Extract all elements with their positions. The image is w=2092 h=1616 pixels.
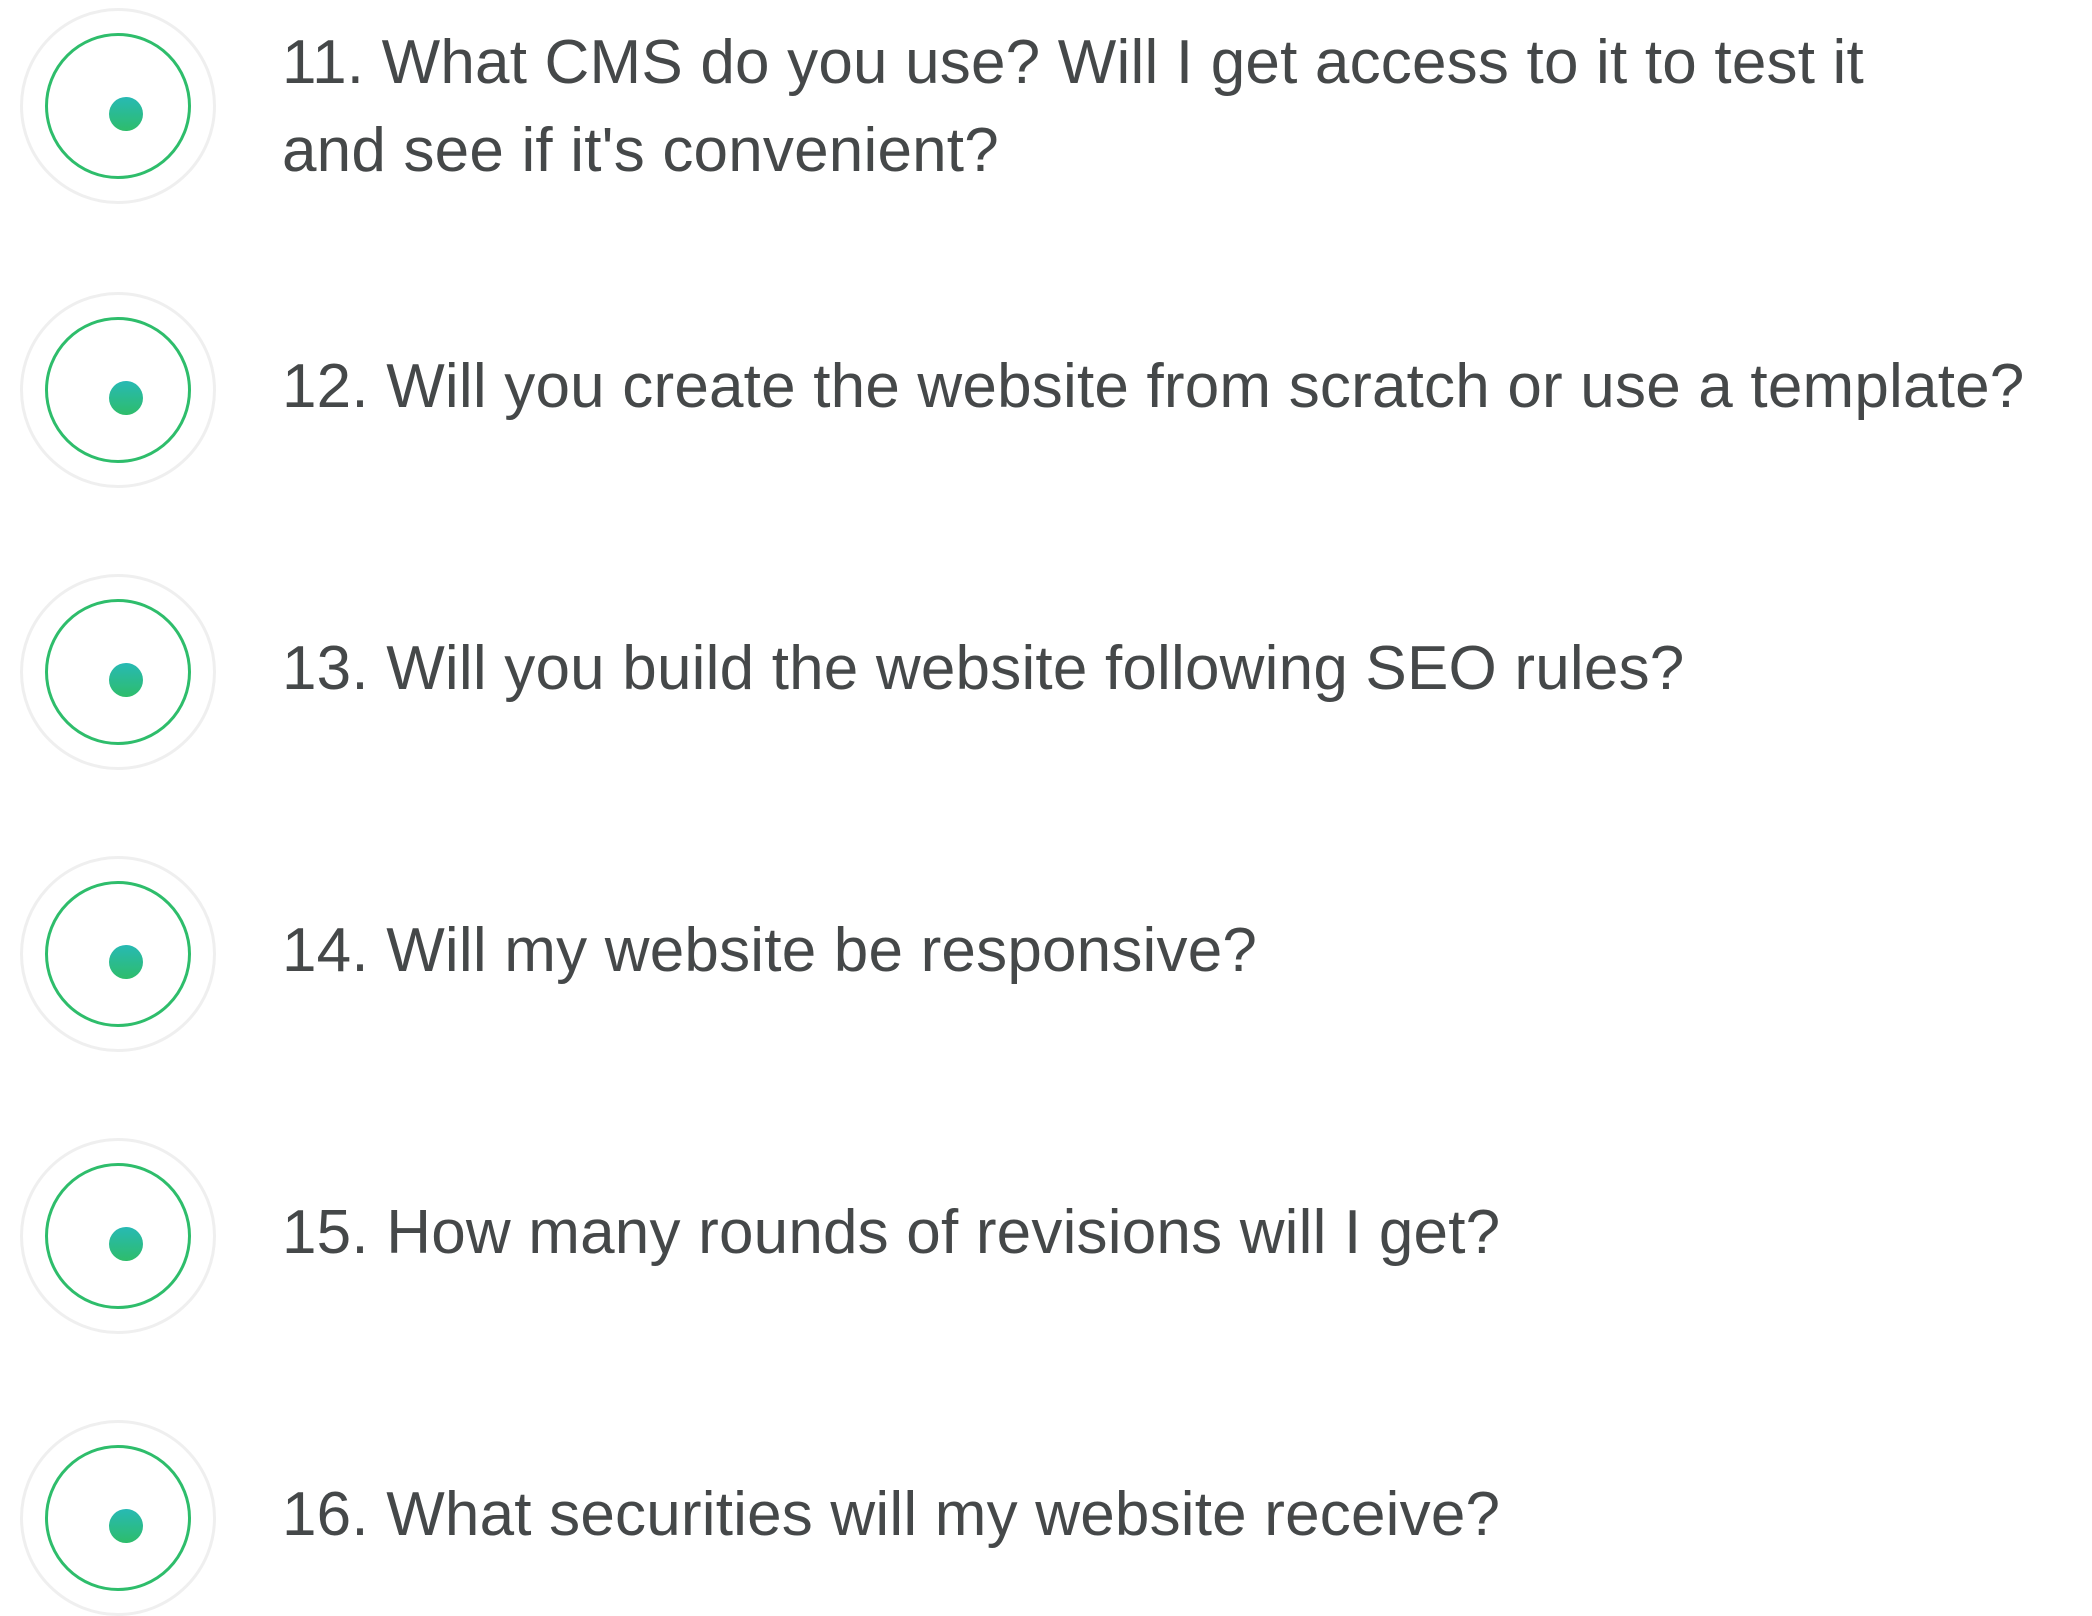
faq-list: 11. What CMS do you use? Will I get acce… <box>0 0 2092 1616</box>
marker-dot <box>109 663 143 697</box>
marker-dot <box>109 381 143 415</box>
marker-dot <box>109 945 143 979</box>
radio-dot-icon <box>20 1420 216 1616</box>
faq-question-13: 13. Will you build the website following… <box>282 634 1685 703</box>
radio-dot-icon <box>20 8 216 204</box>
marker-ring <box>45 881 191 1027</box>
faq-question-11-line-1: 11. What CMS do you use? Will I get acce… <box>282 28 1864 97</box>
marker-ring <box>45 317 191 463</box>
radio-dot-icon <box>20 292 216 488</box>
marker-ring <box>45 1445 191 1591</box>
marker-dot <box>109 1227 143 1261</box>
faq-question-12: 12. Will you create the website from scr… <box>282 352 2025 421</box>
marker-ring <box>45 33 191 179</box>
radio-dot-icon <box>20 1138 216 1334</box>
faq-question-15: 15. How many rounds of revisions will I … <box>282 1198 1501 1267</box>
marker-ring <box>45 599 191 745</box>
marker-dot <box>109 1509 143 1543</box>
faq-question-14: 14. Will my website be responsive? <box>282 916 1258 985</box>
radio-dot-icon <box>20 856 216 1052</box>
marker-dot <box>109 97 143 131</box>
radio-dot-icon <box>20 574 216 770</box>
marker-ring <box>45 1163 191 1309</box>
faq-question-16: 16. What securities will my website rece… <box>282 1480 1501 1549</box>
faq-question-11-line-2: and see if it's convenient? <box>282 116 999 185</box>
